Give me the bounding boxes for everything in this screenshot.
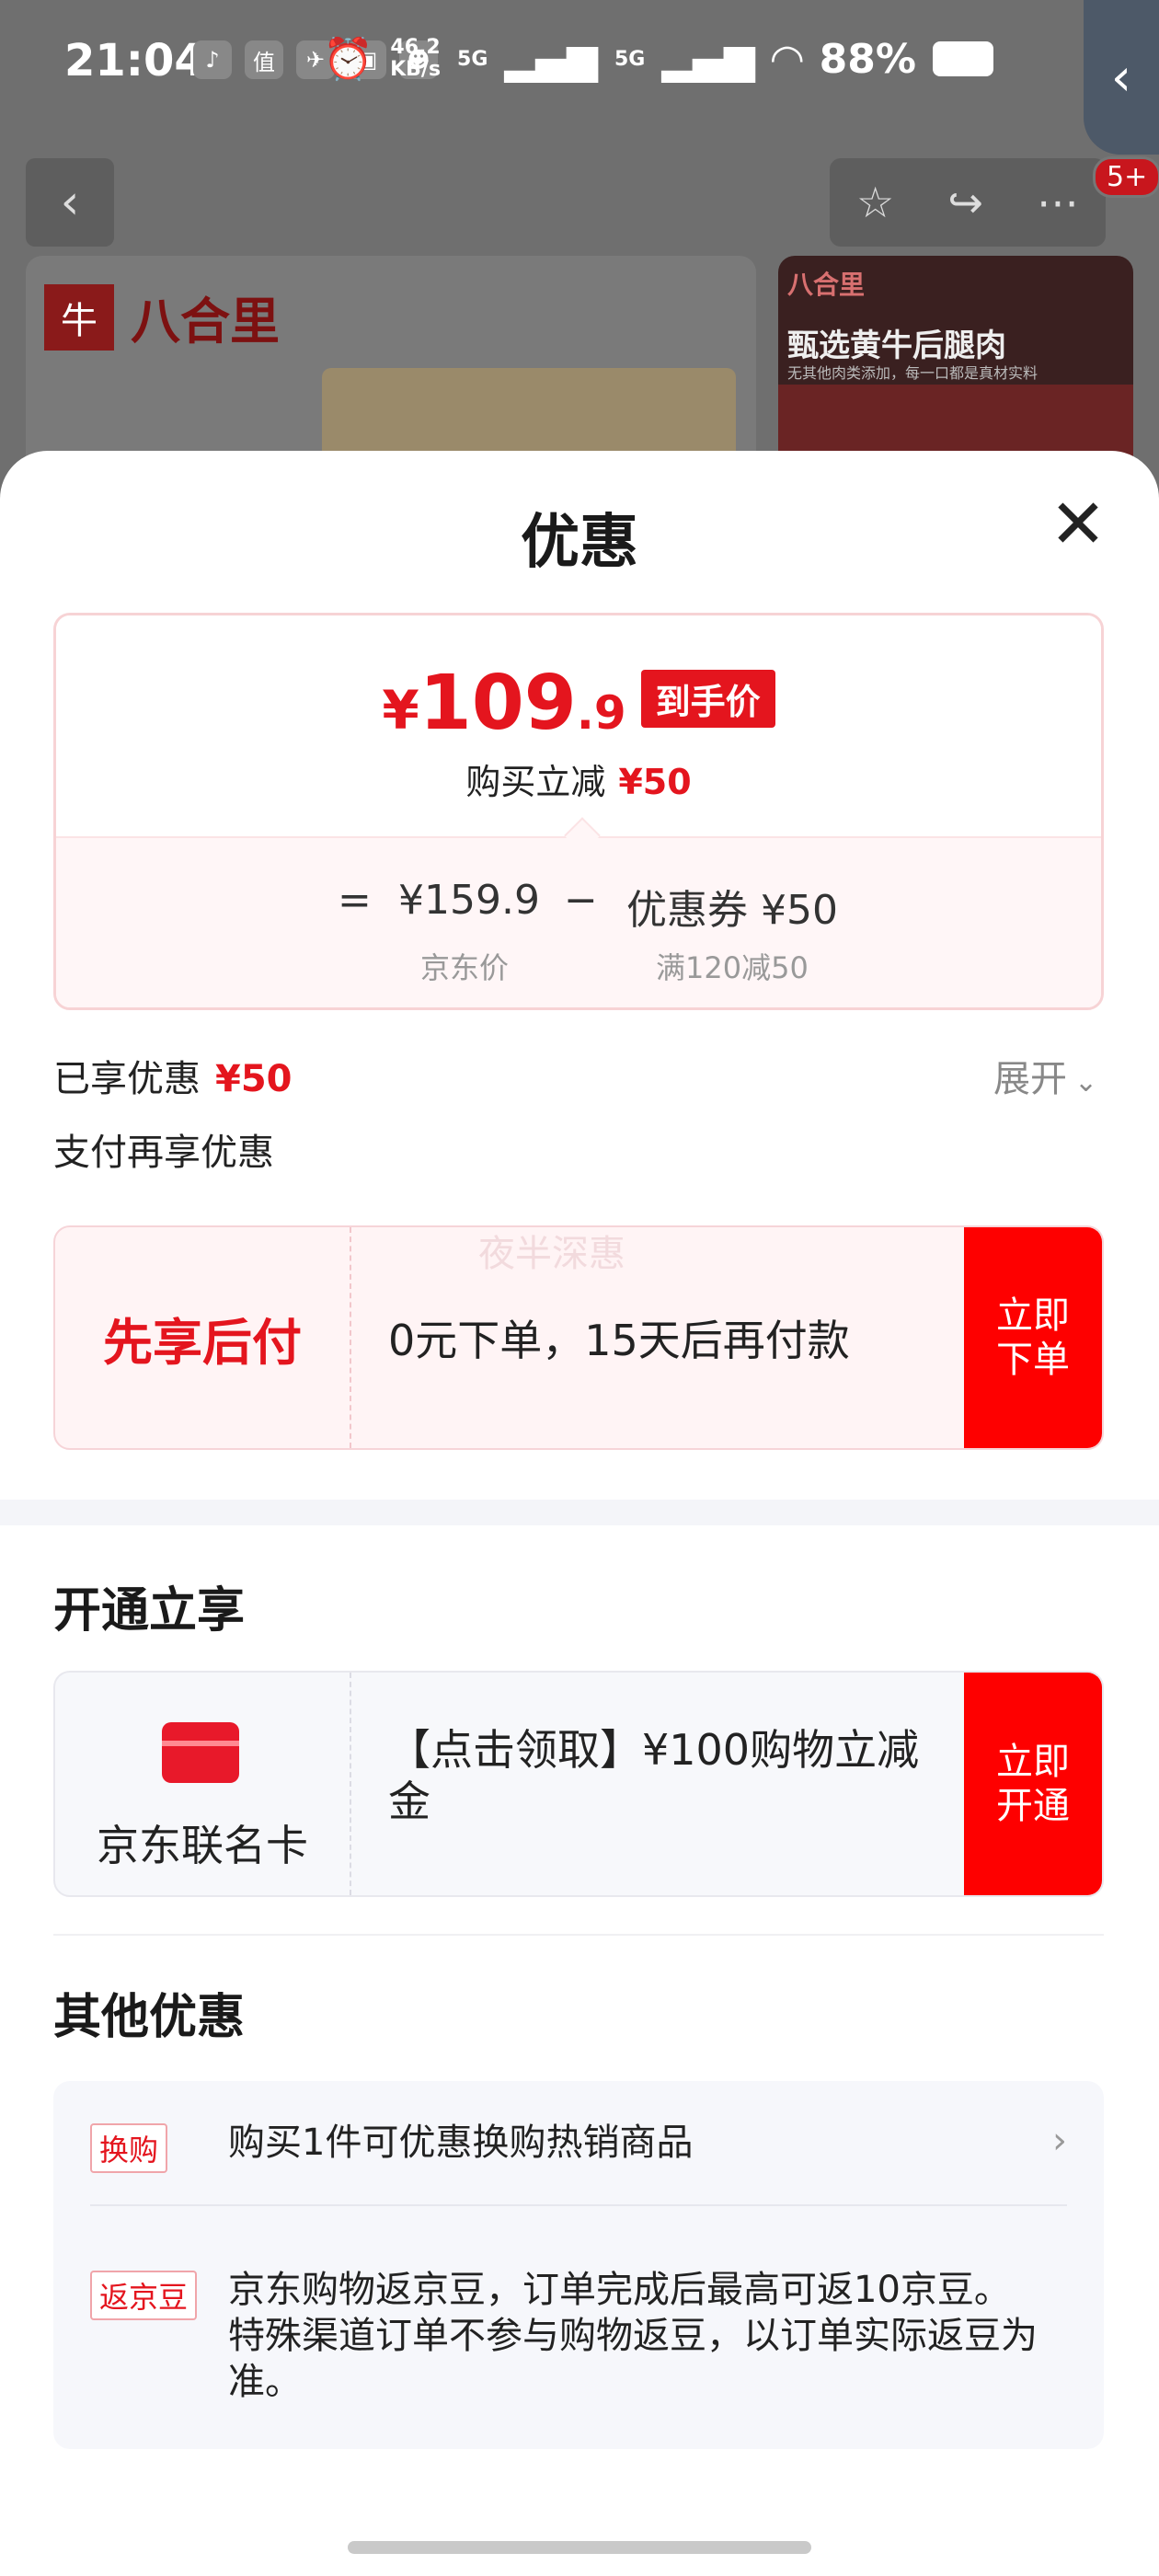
sheet-title: 优惠 xyxy=(521,509,638,577)
row-separator xyxy=(90,2204,1067,2206)
nav-action-group: ☆ ↪ ⋯ xyxy=(830,158,1106,247)
savings-amount: ¥50 xyxy=(215,1058,293,1100)
battery-icon xyxy=(933,41,993,76)
net-speed-value: 46.2 xyxy=(390,36,441,59)
offer-text: 购买1件可优惠换购热销商品 xyxy=(228,2122,694,2164)
promo-title: 甄选黄牛后腿肉 xyxy=(787,328,1006,364)
price-decimal: .9 xyxy=(576,686,626,740)
share-icon[interactable]: ↪ xyxy=(947,178,983,227)
notification-badge: 5+ xyxy=(1093,156,1159,198)
signal-bars-icon-2: ▂▄▆ xyxy=(661,35,755,83)
brand-logo: 牛 八合里 xyxy=(44,281,280,353)
tiktok-icon: ♪ xyxy=(193,40,232,79)
co-branded-card-offer[interactable]: 京东联名卡 【点击领取】¥100购物立减金 立即 开通 xyxy=(53,1671,1104,1897)
final-price-section: ¥109.9 到手价 购买立减 ¥50 xyxy=(56,615,1101,836)
network-speed: 46.2 KB/s xyxy=(390,37,441,81)
signal-5g-1: 5G xyxy=(457,47,488,71)
other-section-title: 其他优惠 xyxy=(53,1990,246,2045)
coupon-rule: 满120减50 xyxy=(656,950,809,985)
home-indicator[interactable] xyxy=(348,2541,811,2554)
savings-label: 已享优惠 xyxy=(53,1058,201,1100)
card-offer-description: 【点击领取】¥100购物立减金 xyxy=(388,1725,920,1826)
net-speed-unit: KB/s xyxy=(390,58,442,81)
buy-now-pay-later-card[interactable]: 先享后付 夜半深惠 0元下单，15天后再付款 立即 下单 xyxy=(53,1225,1104,1450)
brand-logo-mark-icon: 牛 xyxy=(44,283,114,351)
jd-price: ¥159.9 xyxy=(398,877,540,924)
card-info: 京东联名卡 xyxy=(55,1673,351,1895)
close-icon[interactable]: ✕ xyxy=(1049,490,1107,558)
price-currency: ¥ xyxy=(382,679,419,742)
credit-card-icon xyxy=(162,1722,239,1783)
back-arrow-icon: ‹ xyxy=(60,175,80,230)
divider-line xyxy=(53,1934,1104,1936)
signal-5g-2: 5G xyxy=(614,47,646,71)
expand-label: 展开 xyxy=(993,1058,1067,1100)
instant-discount: 购买立减 ¥50 xyxy=(56,753,1101,804)
expand-button[interactable]: 展开 ⌄ xyxy=(993,1049,1097,1102)
chevron-right-icon: › xyxy=(1052,2120,1067,2162)
status-indicators: ⏰ 46.2 KB/s 5G ▂▄▆ 5G ▂▄▆ ◠ 88% xyxy=(323,35,993,83)
activate-now-label: 立即 开通 xyxy=(996,1741,1070,1827)
more-icon[interactable]: ⋯ xyxy=(1037,178,1079,227)
instant-discount-label: 购买立减 xyxy=(465,762,606,802)
jd-price-label: 京东价 xyxy=(420,950,510,985)
other-offers-list: 换购 购买1件可优惠换购热销商品 › 返京豆 京东购物返京豆，订单完成后最高可返… xyxy=(53,2081,1104,2449)
offer-text: 京东购物返京豆，订单完成后最高可返10京豆。特殊渠道订单不参与购物返豆，以订单实… xyxy=(228,2269,1038,2403)
instant-discount-amount: ¥50 xyxy=(618,762,692,802)
bnpl-description: 0元下单，15天后再付款 xyxy=(388,1316,850,1365)
savings-summary: 已享优惠 ¥50 xyxy=(53,1049,293,1102)
smzdm-icon: 值 xyxy=(245,40,283,79)
offer-tag: 换购 xyxy=(90,2123,168,2173)
side-panel-handle[interactable]: ‹ xyxy=(1084,0,1159,155)
chevron-down-icon: ⌄ xyxy=(1074,1066,1098,1098)
coupon-amount: 优惠券 ¥50 xyxy=(626,887,838,934)
discount-sheet: 优惠 ✕ ¥109.9 到手价 购买立减 ¥50 = ¥159.9 − 优惠券 ¥5… xyxy=(0,451,1159,2576)
minus-sign: − xyxy=(564,877,598,924)
price-integer: 109 xyxy=(419,660,577,747)
bnpl-title: 先享后付 xyxy=(55,1227,351,1448)
open-section-title: 开通立享 xyxy=(53,1583,246,1639)
battery-percent: 88% xyxy=(819,35,916,83)
back-button[interactable]: ‹ xyxy=(26,158,114,247)
offer-tag: 返京豆 xyxy=(90,2271,198,2320)
wifi-icon: ◠ xyxy=(771,35,803,83)
price-breakdown: ¥109.9 到手价 购买立减 ¥50 = ¥159.9 − 优惠券 ¥50 京东价… xyxy=(53,613,1104,1010)
activate-now-button[interactable]: 立即 开通 xyxy=(964,1673,1102,1895)
chevron-left-icon: ‹ xyxy=(1110,47,1132,108)
status-bar: 21:04 ♪ 值 ✈ ▣ ☻ ⏰ 46.2 KB/s 5G ▂▄▆ 5G ▂▄… xyxy=(0,0,1159,129)
promo-subtitle: 无其他肉类添加，每一口都是真材实料 xyxy=(787,364,1039,382)
alarm-icon: ⏰ xyxy=(323,36,374,83)
final-price: ¥109.9 到手价 xyxy=(56,660,1101,747)
promo-brand: 八合里 xyxy=(787,270,866,300)
equals-sign: = xyxy=(338,877,372,924)
card-name: 京东联名卡 xyxy=(97,1821,308,1870)
signal-bars-icon: ▂▄▆ xyxy=(504,35,598,83)
order-now-button[interactable]: 立即 下单 xyxy=(964,1227,1102,1448)
order-now-label: 立即 下单 xyxy=(996,1294,1070,1381)
section-divider xyxy=(0,1500,1159,1525)
final-price-tag: 到手价 xyxy=(640,670,775,728)
calculation-row: = ¥159.9 − 优惠券 ¥50 xyxy=(56,877,1101,934)
brand-name: 八合里 xyxy=(131,293,280,351)
status-time: 21:04 xyxy=(64,35,205,86)
favorite-star-icon[interactable]: ☆ xyxy=(856,178,894,227)
pay-discount-heading: 支付再享优惠 xyxy=(53,1132,274,1174)
